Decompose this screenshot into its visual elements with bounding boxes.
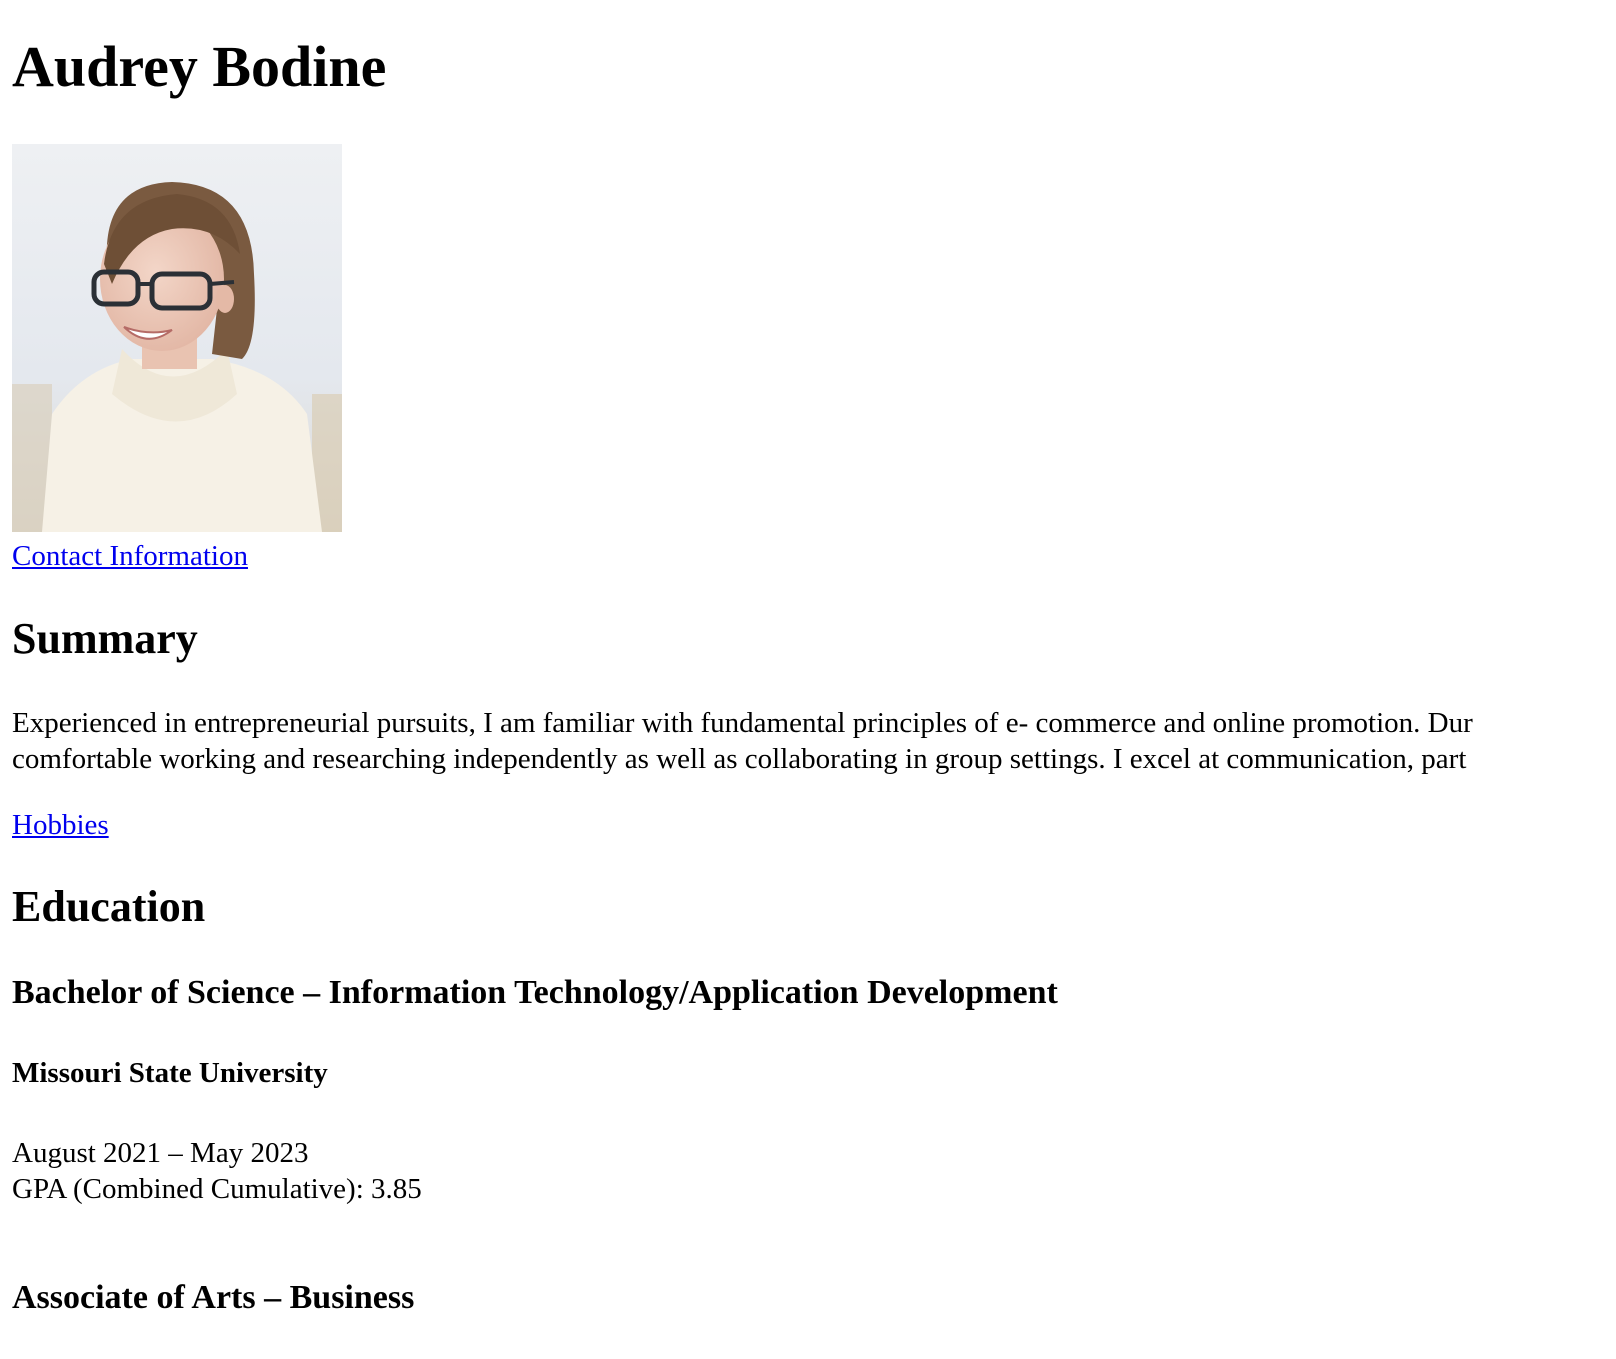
resume-page: Audrey Bodine Contact Information Summar…	[12, 0, 1616, 1316]
page-title: Audrey Bodine	[12, 34, 387, 99]
contact-information-link[interactable]: Contact Information	[12, 540, 248, 573]
summary-line-2: comfortable working and researching inde…	[12, 743, 1467, 775]
education-gpa: GPA (Combined Cumulative): 3.85	[12, 1173, 422, 1205]
profile-photo	[12, 144, 342, 532]
summary-heading: Summary	[12, 614, 198, 663]
education-heading: Education	[12, 882, 206, 931]
summary-text: Experienced in entrepreneurial pursuits,…	[12, 705, 1473, 777]
degree-title: Bachelor of Science – Information Techno…	[12, 974, 1058, 1011]
school-name: Missouri State University	[12, 1057, 328, 1089]
hobbies-link[interactable]: Hobbies	[12, 809, 109, 842]
education-dates: August 2021 – May 2023	[12, 1137, 309, 1169]
degree-title: Associate of Arts – Business	[12, 1279, 415, 1316]
summary-line-1: Experienced in entrepreneurial pursuits,…	[12, 707, 1473, 739]
